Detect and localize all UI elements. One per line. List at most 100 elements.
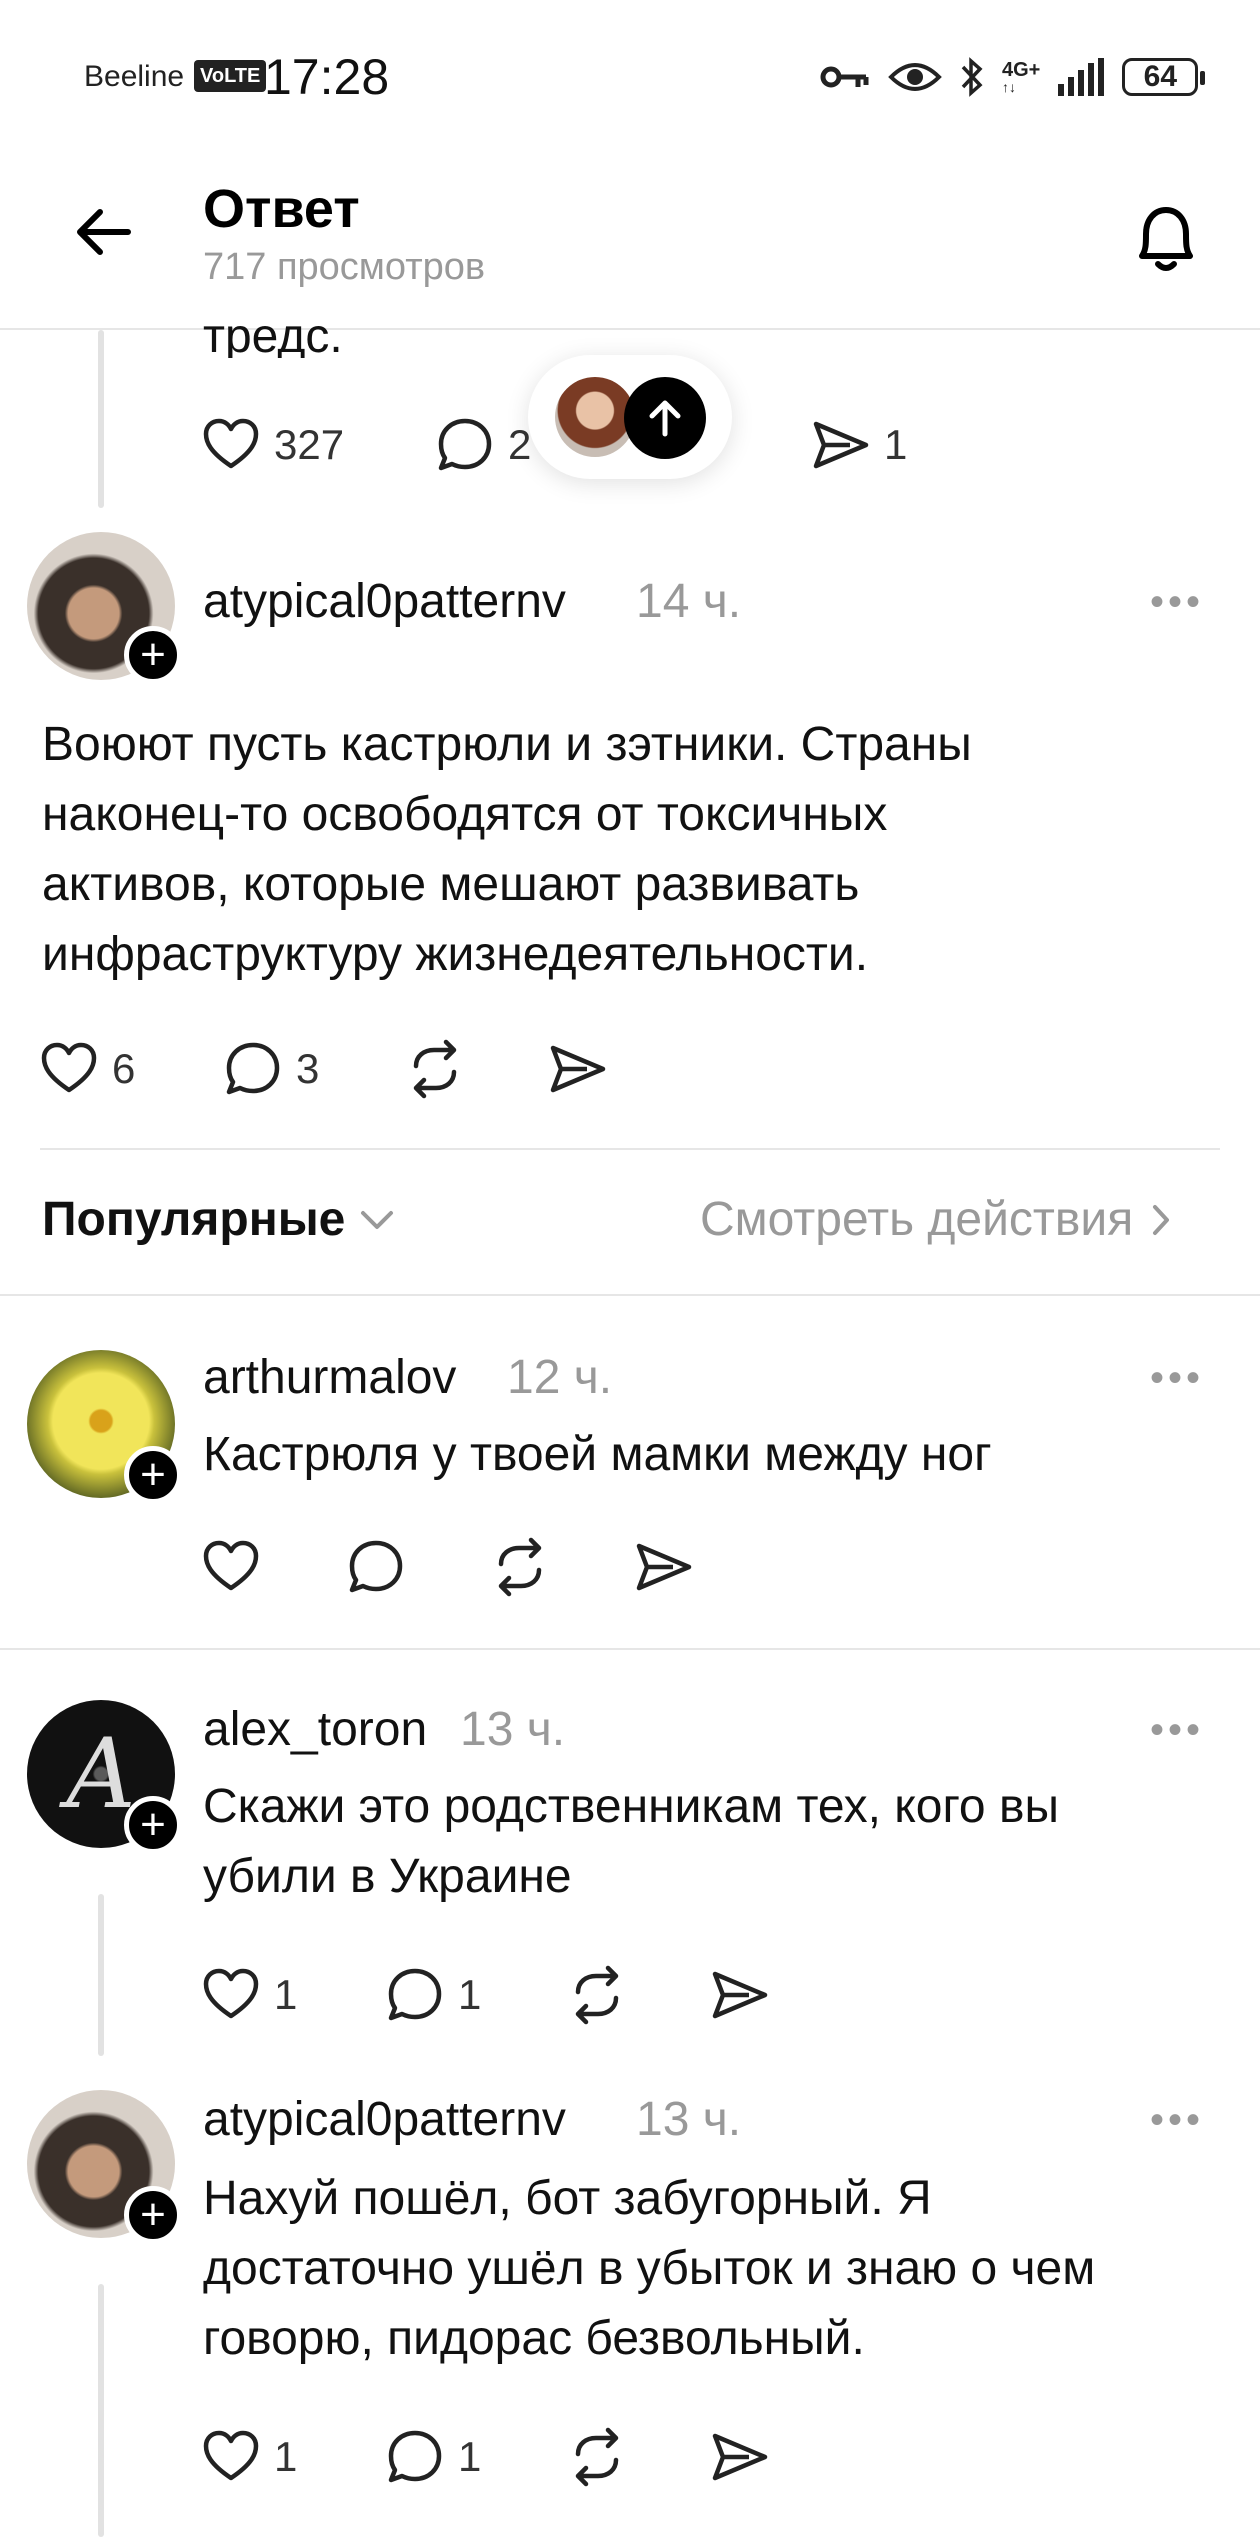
send-icon: [636, 1543, 692, 1591]
username[interactable]: alex_toron: [203, 1702, 427, 1757]
like-count: 1: [274, 2433, 298, 2480]
comment-button[interactable]: 1: [384, 2426, 481, 2488]
parent-post-text-tail: тредс.: [203, 310, 343, 358]
comment-bubble-icon: [226, 1042, 280, 1095]
view-activity-link[interactable]: Смотреть действия: [700, 1192, 1171, 1247]
send-icon: [813, 421, 869, 469]
repost-button[interactable]: [489, 1536, 551, 1598]
status-icons: 4G+ ↑↓ 64: [820, 52, 1206, 102]
comment-count: 1: [458, 1971, 482, 2018]
username[interactable]: arthurmalov: [203, 1350, 456, 1405]
comment-button[interactable]: 1: [384, 1964, 481, 2026]
chevron-right-icon: [1153, 1204, 1170, 1235]
share-button[interactable]: [547, 1038, 609, 1100]
username[interactable]: atypical0patternv: [203, 2092, 566, 2147]
like-button[interactable]: 1: [200, 2426, 297, 2488]
repost-button[interactable]: [566, 1964, 628, 2026]
chevron-down-icon: [361, 1210, 394, 1229]
clock: 17:28: [264, 49, 390, 105]
status-bar: Beeline VoLTE 17:28 4G+ ↑↓ 64: [0, 0, 1260, 150]
scroll-up-button[interactable]: [624, 377, 706, 459]
share-button[interactable]: [709, 2426, 771, 2488]
divider: [0, 1648, 1260, 1650]
thread-line: [98, 1894, 104, 2056]
heart-icon: [41, 1042, 97, 1093]
share-count: 1: [884, 421, 908, 468]
heart-icon: [203, 418, 259, 469]
post-time: 13 ч.: [460, 1703, 566, 1756]
comment-button[interactable]: 3: [222, 1038, 319, 1100]
like-button[interactable]: 1: [200, 1964, 297, 2026]
follow-plus-icon[interactable]: +: [124, 2186, 182, 2244]
more-dots-icon[interactable]: •••: [1150, 1356, 1204, 1401]
post-time: 13 ч.: [636, 2093, 742, 2146]
send-icon: [712, 1971, 768, 2019]
comment-count: 3: [296, 1045, 320, 1092]
repost-icon: [413, 1039, 457, 1099]
network-label: 4G+: [1002, 59, 1041, 81]
bell-icon[interactable]: [1124, 196, 1208, 280]
username[interactable]: atypical0patternv: [203, 574, 566, 629]
sort-dropdown[interactable]: Популярные: [42, 1192, 395, 1247]
share-button[interactable]: 1: [810, 414, 907, 476]
bluetooth-icon: [961, 57, 983, 97]
follow-plus-icon[interactable]: +: [124, 1796, 182, 1854]
like-count: 327: [274, 421, 345, 468]
repost-button[interactable]: [404, 1038, 466, 1100]
view-activity-label: Смотреть действия: [700, 1193, 1134, 1246]
comment-bubble-icon: [388, 1968, 442, 2021]
arrow-up-icon: [649, 400, 681, 437]
follow-plus-icon[interactable]: +: [124, 1446, 182, 1504]
repost-icon: [498, 1537, 542, 1597]
divider: [40, 1148, 1220, 1150]
key-icon: [820, 66, 869, 88]
top-app-bar: [0, 150, 1260, 330]
thread-line: [98, 2284, 104, 2537]
pill-avatar: [555, 377, 635, 457]
repost-icon: [575, 1965, 619, 2025]
follow-plus-icon[interactable]: +: [124, 626, 182, 684]
comment-button[interactable]: [345, 1536, 407, 1598]
send-icon: [712, 2433, 768, 2481]
heart-icon: [203, 1540, 259, 1591]
heart-icon: [203, 1968, 259, 2019]
eye-icon: [888, 63, 942, 91]
more-dots-icon[interactable]: •••: [1150, 580, 1204, 625]
post-time: 12 ч.: [507, 1351, 613, 1404]
like-count: 6: [112, 1045, 136, 1092]
views-count: 717 просмотров: [203, 246, 486, 288]
comment-bubble-icon: [438, 418, 492, 471]
volte-badge: VoLTE: [194, 60, 267, 92]
more-dots-icon[interactable]: •••: [1150, 1708, 1204, 1753]
reply-text: Скажи это родственникам тех, кого вы уби…: [203, 1780, 1059, 1903]
heart-icon: [203, 2430, 259, 2481]
back-arrow-icon[interactable]: [70, 200, 134, 264]
post-text: Воюют пусть кастрюли и зэтники. Страны н…: [42, 718, 972, 981]
repost-icon: [575, 2427, 619, 2487]
comment-count: 1: [458, 2433, 482, 2480]
thread-line: [98, 330, 104, 508]
share-button[interactable]: [709, 1964, 771, 2026]
battery-indicator: 64: [1122, 58, 1206, 96]
like-button[interactable]: 327: [200, 414, 344, 476]
page-title: Ответ: [203, 179, 360, 239]
repost-button[interactable]: [566, 2426, 628, 2488]
sort-label: Популярные: [42, 1193, 346, 1246]
comment-button[interactable]: 2: [434, 414, 531, 476]
like-button[interactable]: 6: [38, 1038, 135, 1100]
like-button[interactable]: [200, 1536, 262, 1598]
share-button[interactable]: [633, 1536, 695, 1598]
post-time: 14 ч.: [636, 575, 742, 628]
send-icon: [550, 1045, 606, 1093]
network-type: 4G+ ↑↓: [1002, 59, 1041, 95]
more-dots-icon[interactable]: •••: [1150, 2098, 1204, 2143]
like-count: 1: [274, 1971, 298, 2018]
comment-bubble-icon: [388, 2430, 442, 2483]
signal-icon: [1058, 58, 1105, 96]
divider: [0, 1294, 1260, 1296]
comment-count: 2: [508, 421, 532, 468]
comment-bubble-icon: [349, 1540, 403, 1593]
reply-text: Кастрюля у твоей мамки между ног: [203, 1428, 992, 1481]
carrier-name: Beeline: [84, 60, 185, 93]
reply-text: Нахуй пошёл, бот забугорный. Я достаточн…: [203, 2172, 1096, 2365]
